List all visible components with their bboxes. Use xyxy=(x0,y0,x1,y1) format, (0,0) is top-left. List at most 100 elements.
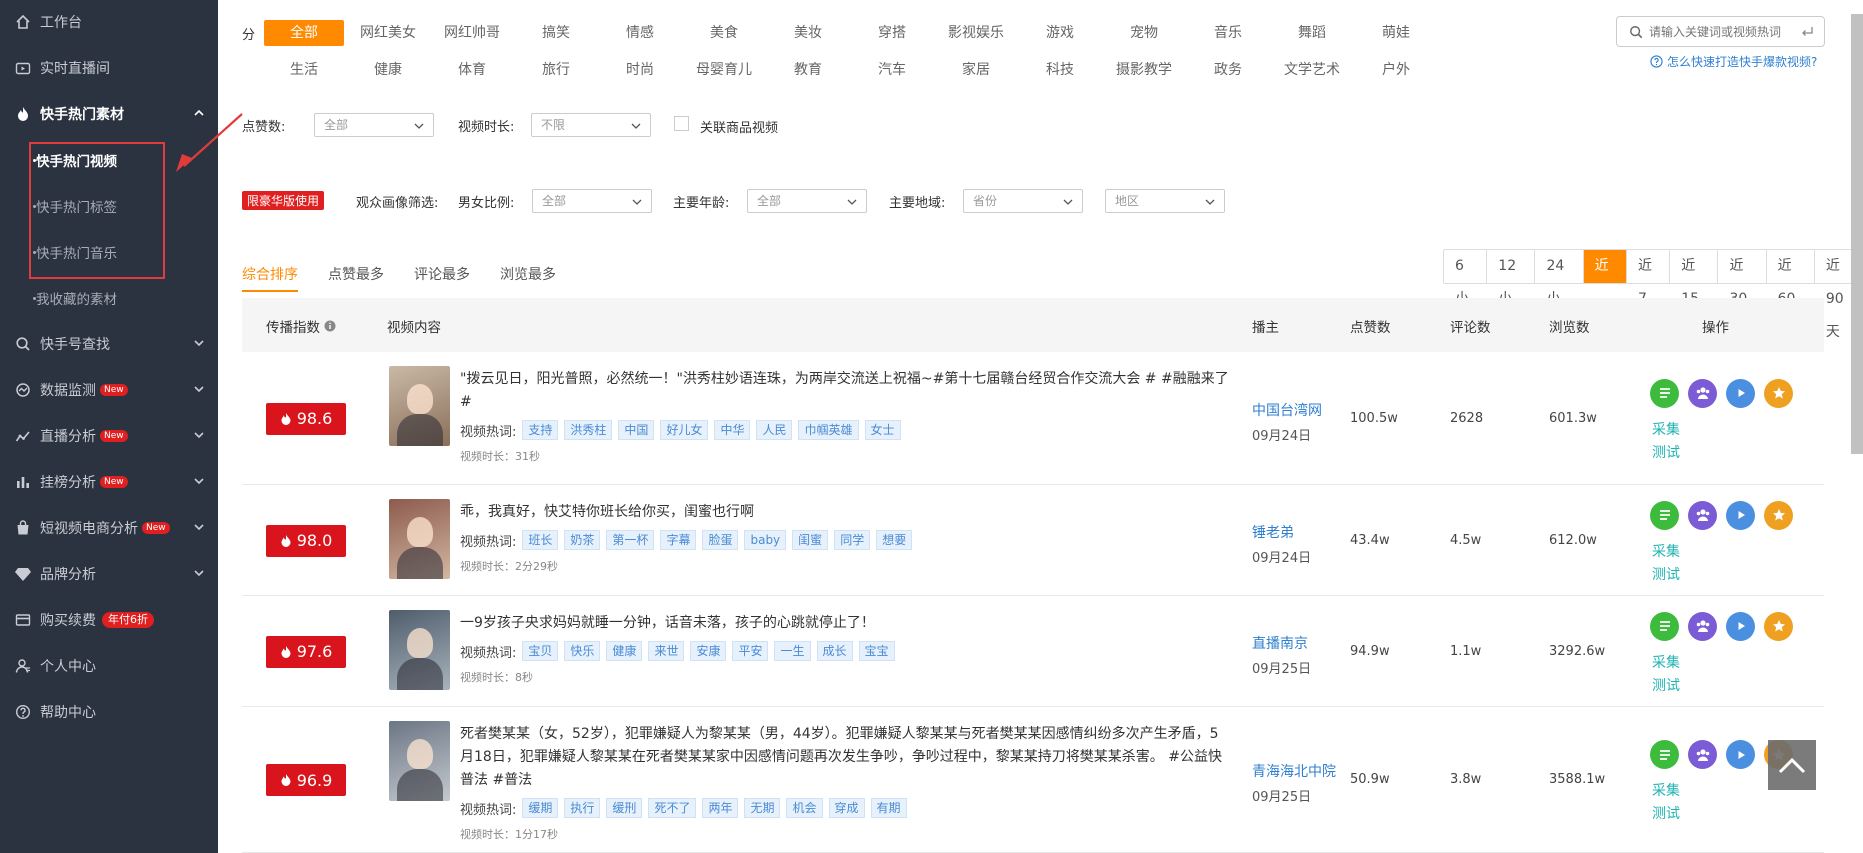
search-box[interactable] xyxy=(1616,16,1825,47)
hot-word-tag[interactable]: 第一杯 xyxy=(606,530,655,550)
hot-word-tag[interactable]: 奶茶 xyxy=(564,530,601,550)
tab-most-views[interactable]: 浏览最多 xyxy=(500,264,556,284)
hot-word-tag[interactable]: 好儿女 xyxy=(660,420,709,440)
play-button[interactable] xyxy=(1726,740,1755,769)
author-link[interactable]: 青海海北中院 xyxy=(1252,761,1336,781)
gender-select[interactable]: 全部 xyxy=(532,189,652,213)
time-range-3[interactable]: 近3天 xyxy=(1583,250,1627,340)
favorite-button[interactable] xyxy=(1764,378,1793,408)
sidebar-item-help[interactable]: 帮助中心 xyxy=(0,692,218,732)
detail-button[interactable] xyxy=(1650,740,1679,769)
category-row1-3[interactable]: 搞笑 xyxy=(516,20,596,46)
area-select[interactable]: 地区 xyxy=(1105,189,1225,213)
category-row2-1[interactable]: 健康 xyxy=(348,57,428,83)
sidebar-item-live-room[interactable]: 实时直播间 xyxy=(0,48,218,88)
hot-word-tag[interactable]: 班长 xyxy=(522,530,559,550)
sidebar-item-account-search[interactable]: 快手号查找 xyxy=(0,324,218,364)
category-row2-9[interactable]: 科技 xyxy=(1020,57,1100,83)
author-link[interactable]: 锤老弟 xyxy=(1252,522,1294,542)
category-row2-2[interactable]: 体育 xyxy=(432,57,512,83)
hot-word-tag[interactable]: 闺蜜 xyxy=(792,530,829,550)
hot-word-tag[interactable]: 脸蛋 xyxy=(702,530,739,550)
scrollbar-thumb[interactable] xyxy=(1851,14,1863,454)
video-title[interactable]: "拨云见日，阳光普照，必然统一！"洪秀柱妙语连珠，为两岸交流送上祝福~#第十七届… xyxy=(460,368,1230,414)
sidebar-item-rank-analysis[interactable]: 挂榜分析 New xyxy=(0,462,218,502)
category-row1-0[interactable]: 全部 xyxy=(264,20,344,46)
test-link[interactable]: 测试 xyxy=(1652,564,1680,584)
sidebar-item-purchase[interactable]: 购买续费 年付6折 xyxy=(0,600,218,640)
hot-word-tag[interactable]: 想要 xyxy=(876,530,913,550)
detail-button[interactable] xyxy=(1650,500,1679,530)
tab-most-likes[interactable]: 点赞最多 xyxy=(328,264,384,284)
hot-word-tag[interactable]: 执行 xyxy=(564,798,601,818)
author-link[interactable]: 中国台湾网 xyxy=(1252,400,1322,420)
time-range-4[interactable]: 近7天 xyxy=(1627,250,1671,340)
play-button[interactable] xyxy=(1726,500,1755,530)
hot-word-tag[interactable]: 安康 xyxy=(690,641,727,661)
play-button[interactable] xyxy=(1726,378,1755,408)
video-title[interactable]: 死者樊某某（女，52岁），犯罪嫌疑人为黎某某（男，44岁）。犯罪嫌疑人黎某某与死… xyxy=(460,723,1230,792)
category-row2-5[interactable]: 母婴育儿 xyxy=(684,57,764,83)
hot-word-tag[interactable]: 字幕 xyxy=(660,530,697,550)
info-icon[interactable] xyxy=(324,320,336,332)
category-row2-3[interactable]: 旅行 xyxy=(516,57,596,83)
hot-word-tag[interactable]: 宝贝 xyxy=(522,641,559,661)
tab-comprehensive[interactable]: 综合排序 xyxy=(242,264,298,284)
category-row1-6[interactable]: 美妆 xyxy=(768,20,848,46)
category-row2-7[interactable]: 汽车 xyxy=(852,57,932,83)
video-title[interactable]: 一9岁孩子央求妈妈就睡一分钟，话音未落，孩子的心跳就停止了！ xyxy=(460,612,1230,635)
category-row2-10[interactable]: 摄影教学 xyxy=(1104,57,1184,83)
category-row2-11[interactable]: 政务 xyxy=(1188,57,1268,83)
help-link[interactable]: 怎么快速打造快手爆款视频? xyxy=(1650,53,1817,70)
likes-select[interactable]: 全部 xyxy=(314,113,434,137)
hot-word-tag[interactable]: 巾帼英雄 xyxy=(798,420,859,440)
audience-button[interactable] xyxy=(1688,378,1717,408)
play-button[interactable] xyxy=(1726,611,1755,641)
time-range-5[interactable]: 近15天 xyxy=(1670,250,1719,340)
hot-word-tag[interactable]: 同学 xyxy=(834,530,871,550)
hot-word-tag[interactable]: 成长 xyxy=(816,641,853,661)
author-link[interactable]: 直播南京 xyxy=(1252,633,1308,653)
favorite-button[interactable] xyxy=(1764,500,1793,530)
collect-link[interactable]: 采集 xyxy=(1652,541,1680,561)
province-select[interactable]: 省份 xyxy=(963,189,1083,213)
hot-word-tag[interactable]: 两年 xyxy=(702,798,739,818)
hot-word-tag[interactable]: 一生 xyxy=(774,641,811,661)
video-thumbnail[interactable] xyxy=(389,499,450,579)
sidebar-item-brand-analysis[interactable]: 品牌分析 xyxy=(0,554,218,594)
category-row1-7[interactable]: 穿搭 xyxy=(852,20,932,46)
hot-word-tag[interactable]: 中国 xyxy=(618,420,655,440)
hot-word-tag[interactable]: 缓期 xyxy=(522,798,559,818)
hot-word-tag[interactable]: 机会 xyxy=(786,798,823,818)
category-row2-8[interactable]: 家居 xyxy=(936,57,1016,83)
test-link[interactable]: 测试 xyxy=(1652,442,1680,462)
time-range-0[interactable]: 6小时 xyxy=(1444,250,1488,340)
category-row1-1[interactable]: 网红美女 xyxy=(348,20,428,46)
hot-word-tag[interactable]: 来世 xyxy=(648,641,685,661)
hot-word-tag[interactable]: 健康 xyxy=(606,641,643,661)
back-to-top-button[interactable] xyxy=(1768,740,1816,790)
collect-link[interactable]: 采集 xyxy=(1652,780,1680,800)
sidebar-item-ecommerce-analysis[interactable]: 短视频电商分析 New xyxy=(0,508,218,548)
audience-button[interactable] xyxy=(1688,740,1717,769)
hot-word-tag[interactable]: 有期 xyxy=(870,798,907,818)
age-select[interactable]: 全部 xyxy=(747,189,867,213)
video-thumbnail[interactable] xyxy=(389,721,450,801)
category-row2-6[interactable]: 教育 xyxy=(768,57,848,83)
detail-button[interactable] xyxy=(1650,378,1679,408)
category-row1-8[interactable]: 影视娱乐 xyxy=(936,20,1016,46)
time-range-1[interactable]: 12小时 xyxy=(1487,250,1536,340)
time-range-7[interactable]: 近60天 xyxy=(1767,250,1815,340)
time-range-6[interactable]: 近30天 xyxy=(1718,250,1767,340)
hot-word-tag[interactable]: 快乐 xyxy=(564,641,601,661)
hot-word-tag[interactable]: 人民 xyxy=(756,420,793,440)
category-row1-4[interactable]: 情感 xyxy=(600,20,680,46)
video-title[interactable]: 乖，我真好，快艾特你班长给你买，闺蜜也行啊 xyxy=(460,501,1230,524)
sidebar-item-workbench[interactable]: 工作台 xyxy=(0,2,218,42)
hot-word-tag[interactable]: 缓刑 xyxy=(606,798,643,818)
duration-select[interactable]: 不限 xyxy=(531,113,651,137)
category-row2-4[interactable]: 时尚 xyxy=(600,57,680,83)
hot-word-tag[interactable]: baby xyxy=(744,530,787,550)
hot-word-tag[interactable]: 无期 xyxy=(744,798,781,818)
collect-link[interactable]: 采集 xyxy=(1652,652,1680,672)
